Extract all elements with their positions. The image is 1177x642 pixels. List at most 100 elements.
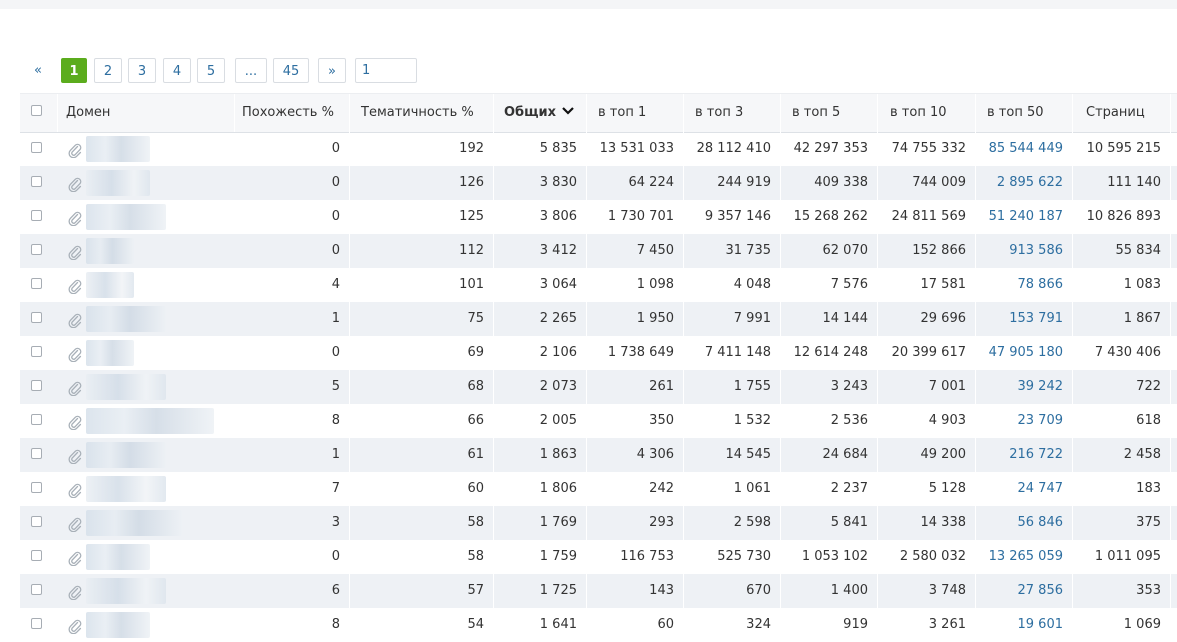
cell-similarity: 0 (235, 132, 350, 166)
row-checkbox[interactable] (31, 142, 42, 153)
cell-pages: 1 867 (1079, 302, 1171, 336)
cell-top3: 525 730 (688, 540, 781, 574)
row-checkbox[interactable] (31, 176, 42, 187)
paperclip-icon[interactable] (68, 584, 82, 600)
paperclip-icon[interactable] (68, 482, 82, 498)
header-top10[interactable]: в топ 10 (883, 94, 976, 132)
cell-thematic: 69 (354, 336, 494, 370)
domain-link-redacted[interactable] (86, 204, 166, 230)
cell-similarity: 1 (235, 302, 350, 336)
page-3[interactable]: 3 (128, 58, 156, 83)
domain-link-redacted[interactable] (86, 510, 182, 536)
header-top5[interactable]: в топ 5 (785, 94, 878, 132)
cell-top50[interactable]: 153 791 (980, 302, 1073, 336)
cell-top10: 2 580 032 (883, 540, 976, 574)
page-45[interactable]: 45 (273, 58, 309, 83)
row-checkbox[interactable] (31, 210, 42, 221)
cell-top10: 24 811 569 (883, 200, 976, 234)
cell-top50[interactable]: 13 265 059 (980, 540, 1073, 574)
row-checkbox[interactable] (31, 618, 42, 629)
cell-thematic: 68 (354, 370, 494, 404)
header-top1[interactable]: в топ 1 (591, 94, 684, 132)
page-5[interactable]: 5 (197, 58, 225, 83)
row-checkbox[interactable] (31, 482, 42, 493)
cell-top3: 7 411 148 (688, 336, 781, 370)
paperclip-icon[interactable] (68, 550, 82, 566)
cell-top1: 1 738 649 (591, 336, 684, 370)
paperclip-icon[interactable] (68, 448, 82, 464)
row-checkbox[interactable] (31, 584, 42, 595)
page-prev[interactable]: « (24, 58, 52, 83)
header-domain[interactable]: Домен (59, 94, 235, 132)
paperclip-icon[interactable] (68, 312, 82, 328)
cell-common: 1 863 (497, 438, 587, 472)
row-checkbox[interactable] (31, 380, 42, 391)
domain-link-redacted[interactable] (86, 544, 150, 570)
cell-top50[interactable]: 56 846 (980, 506, 1073, 540)
cell-top50[interactable]: 47 905 180 (980, 336, 1073, 370)
header-top3[interactable]: в топ 3 (688, 94, 781, 132)
domain-link-redacted[interactable] (86, 578, 166, 604)
cell-top50[interactable]: 27 856 (980, 574, 1073, 608)
cell-top10: 49 200 (883, 438, 976, 472)
row-checkbox[interactable] (31, 244, 42, 255)
page-ellipsis[interactable]: ... (235, 58, 267, 83)
cell-pages: 618 (1079, 404, 1171, 438)
row-checkbox[interactable] (31, 448, 42, 459)
paperclip-icon[interactable] (68, 380, 82, 396)
domain-link-redacted[interactable] (86, 170, 150, 196)
header-common[interactable]: Общих (497, 94, 587, 132)
cell-similarity: 3 (235, 506, 350, 540)
header-pages[interactable]: Страниц (1079, 94, 1171, 132)
cell-pages: 375 (1079, 506, 1171, 540)
domain-link-redacted[interactable] (86, 238, 134, 264)
paperclip-icon[interactable] (68, 346, 82, 362)
domain-link-redacted[interactable] (86, 306, 166, 332)
cell-top50[interactable]: 913 586 (980, 234, 1073, 268)
cell-top50[interactable]: 85 544 449 (980, 132, 1073, 166)
cell-top50[interactable]: 24 747 (980, 472, 1073, 506)
cell-top5: 2 237 (785, 472, 878, 506)
page-2[interactable]: 2 (94, 58, 122, 83)
paperclip-icon[interactable] (68, 618, 82, 634)
domain-link-redacted[interactable] (86, 476, 166, 502)
cell-top50[interactable]: 39 242 (980, 370, 1073, 404)
paperclip-icon[interactable] (68, 244, 82, 260)
domain-link-redacted[interactable] (86, 136, 150, 162)
page-next[interactable]: » (318, 58, 346, 83)
row-checkbox[interactable] (31, 312, 42, 323)
cell-top50[interactable]: 23 709 (980, 404, 1073, 438)
paperclip-icon[interactable] (68, 278, 82, 294)
page-goto-input[interactable] (355, 58, 417, 83)
cell-top50[interactable]: 51 240 187 (980, 200, 1073, 234)
domain-link-redacted[interactable] (86, 340, 134, 366)
row-checkbox[interactable] (31, 278, 42, 289)
header-top50[interactable]: в топ 50 (980, 94, 1073, 132)
domain-link-redacted[interactable] (86, 612, 150, 638)
paperclip-icon[interactable] (68, 176, 82, 192)
cell-top50[interactable]: 2 895 622 (980, 166, 1073, 200)
row-checkbox[interactable] (31, 414, 42, 425)
header-similarity[interactable]: Похожесть % (235, 94, 350, 132)
domain-link-redacted[interactable] (86, 442, 166, 468)
domain-link-redacted[interactable] (86, 374, 166, 400)
paperclip-icon[interactable] (68, 414, 82, 430)
cell-top50[interactable]: 216 722 (980, 438, 1073, 472)
cell-similarity: 0 (235, 234, 350, 268)
paperclip-icon[interactable] (68, 516, 82, 532)
cell-common: 3 064 (497, 268, 587, 302)
select-all-checkbox[interactable] (31, 105, 42, 116)
row-checkbox[interactable] (31, 516, 42, 527)
cell-top1: 1 098 (591, 268, 684, 302)
paperclip-icon[interactable] (68, 142, 82, 158)
domain-link-redacted[interactable] (86, 408, 214, 434)
header-thematic[interactable]: Тематичность % (354, 94, 494, 132)
page-4[interactable]: 4 (163, 58, 191, 83)
page-1[interactable]: 1 (61, 58, 87, 83)
domain-link-redacted[interactable] (86, 272, 134, 298)
row-checkbox[interactable] (31, 346, 42, 357)
paperclip-icon[interactable] (68, 210, 82, 226)
cell-top50[interactable]: 78 866 (980, 268, 1073, 302)
row-checkbox[interactable] (31, 550, 42, 561)
cell-top1: 1 730 701 (591, 200, 684, 234)
